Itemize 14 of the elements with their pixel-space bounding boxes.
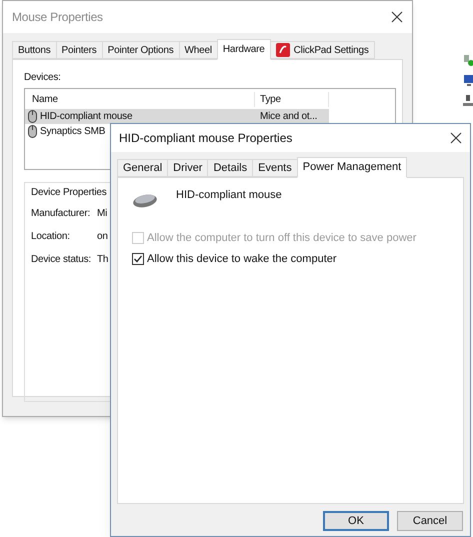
property-label: Device status:: [31, 253, 92, 267]
device-name: Synaptics SMB: [40, 125, 106, 139]
window-title: Mouse Properties: [12, 9, 103, 26]
group-title: Device Properties: [31, 187, 107, 198]
property-value: on: [97, 230, 108, 244]
window-title: HID-compliant mouse Properties: [119, 130, 292, 147]
device-name: HID-compliant mouse: [40, 110, 132, 124]
property-value: Th: [97, 253, 108, 267]
property-label: Manufacturer:: [31, 207, 92, 221]
property-label: Location:: [31, 230, 71, 244]
devices-label: Devices:: [24, 72, 61, 83]
device-type: Mice and ot...: [259, 110, 318, 124]
device-name: HID-compliant mouse: [176, 188, 282, 203]
property-value: Mi: [97, 207, 108, 221]
